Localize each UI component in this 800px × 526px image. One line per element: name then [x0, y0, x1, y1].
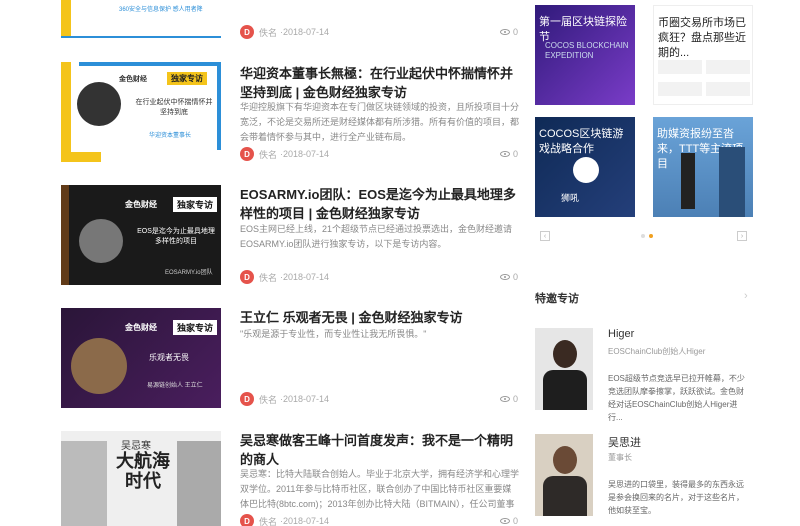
prev-arrow-icon[interactable]: ‹ [540, 231, 550, 241]
article-author[interactable]: 佚名 [259, 393, 277, 406]
person-description: EOS超级节点竞选早已拉开帷幕，不少竞选团队摩拳擦掌，跃跃欲试。金色财经对话EO… [608, 374, 745, 422]
thumbnail-quote: 乐观者无畏 [149, 353, 189, 362]
source-logo-icon: D [240, 147, 254, 161]
article-thumbnail[interactable]: 金色财经 独家专访 在行业起伏中怀揣情怀并坚持到底 华迎资本董事长 [61, 62, 221, 162]
person-name[interactable]: Higer [608, 328, 634, 340]
article-author[interactable]: 佚名 [259, 515, 277, 526]
article-excerpt: "乐观是源于专业性，而专业性让我无所畏惧。" [240, 329, 427, 339]
article-author[interactable]: 佚名 [259, 26, 277, 39]
banner-2[interactable]: 币圈交易所市场已疯狂？盘点那些近期的... [653, 5, 753, 105]
article-excerpt: EOS主网已经上线，21个超级节点已经通过投票选出，金色财经邀请EOSARMY.… [240, 224, 513, 249]
article-feed: 360安全与信息保护 感人用者降 D 佚名 · 2018-07-14 0 金色财… [0, 0, 530, 526]
next-arrow-icon[interactable]: › [737, 231, 747, 241]
avatar [79, 219, 123, 263]
thumbnail-person: EOSARMY.io团队 [165, 270, 213, 276]
article-title[interactable]: EOSARMY.io团队：EOS是迄今为止最具地理多样性的项目 | 金色财经独家… [240, 185, 520, 223]
article-views: 0 [499, 516, 518, 526]
avatar [77, 82, 121, 126]
article-author[interactable]: 佚名 [259, 271, 277, 284]
thumbnail-quote: 在行业起伏中怀揣情怀并坚持到底 [135, 99, 213, 116]
article-meta: D 佚名 · 2018-07-14 0 [240, 392, 518, 406]
eye-icon [499, 518, 510, 524]
more-arrow-icon[interactable]: › [744, 290, 748, 302]
thumbnail-caption: 吴忌寒 [121, 441, 151, 452]
thumbnail-caption: 360安全与信息保护 感人用者降 [119, 7, 203, 13]
article-thumbnail[interactable]: 360安全与信息保护 感人用者降 [61, 0, 221, 38]
article-thumbnail[interactable]: 金色财经 独家专访 乐观者无畏 易源链创始人 王立仁 [61, 308, 221, 408]
banner-4[interactable]: 助媒资报纷至沓来，TTT等主流项目 [653, 117, 753, 217]
mascot-icon [573, 157, 599, 183]
article-meta: D 佚名 · 2018-07-14 0 [240, 25, 518, 39]
banner-slider-nav: ‹ › [535, 228, 753, 244]
slider-dot-active[interactable] [649, 234, 653, 238]
sidebar: 第一届区块链探险节 COCOS BLOCKCHAIN EXPEDITION 币圈… [530, 0, 800, 526]
article-date: 2018-07-14 [283, 394, 330, 404]
article-author[interactable]: 佚名 [259, 148, 277, 161]
article-date: 2018-07-14 [283, 149, 330, 159]
article-views: 0 [499, 272, 518, 282]
thumbnail-person: 易源链创始人 王立仁 [147, 383, 203, 389]
banner-1[interactable]: 第一届区块链探险节 COCOS BLOCKCHAIN EXPEDITION [535, 5, 635, 105]
article-title[interactable]: 吴忌寒做客王峰十问首度发声：我不是一个精明的商人 [240, 431, 520, 469]
eye-icon [499, 151, 510, 157]
eye-icon [499, 274, 510, 280]
section-title: 特邀专访 [535, 293, 579, 305]
thumbnail-quote: EOS是迄今为止最具地理多样性的项目 [137, 228, 215, 245]
article-thumbnail[interactable]: 金色财经 独家专访 EOS是迄今为止最具地理多样性的项目 EOSARMY.io团… [61, 185, 221, 285]
article-excerpt: 吴忌寒：比特大陆联合创始人。毕业于北京大学，拥有经济学和心理学双学位。2011年… [240, 469, 520, 509]
article-meta: D 佚名 · 2018-07-14 0 [240, 270, 518, 284]
article-excerpt: 华迎控股旗下有华迎资本在专门做区块链领域的投资，且所投项目十分宽泛，不论是交易所… [240, 102, 520, 142]
source-logo-icon: D [240, 270, 254, 284]
thumbnail-tag: 独家专访 [173, 320, 218, 335]
article-date: 2018-07-14 [283, 516, 330, 526]
article-meta: D 佚名 · 2018-07-14 0 [240, 514, 518, 526]
banner-3[interactable]: COCOS区块链游戏战略合作 狮吼 [535, 117, 635, 217]
source-logo-icon: D [240, 514, 254, 526]
article-date: 2018-07-14 [283, 272, 330, 282]
slider-dot[interactable] [641, 234, 645, 238]
article-title[interactable]: 华迎资本董事长無極：在行业起伏中怀揣情怀并坚持到底 | 金色财经独家专访 [240, 64, 520, 102]
thumbnail-title: 大航海时代 [116, 451, 170, 491]
source-logo-icon: D [240, 392, 254, 406]
eye-icon [499, 29, 510, 35]
thumbnail-tag: 独家专访 [173, 197, 218, 212]
article-thumbnail[interactable]: 吴忌寒 大航海时代 [61, 431, 221, 526]
person-role: 董事长 [608, 453, 632, 462]
thumbnail-person: 华迎资本董事长 [149, 133, 192, 139]
article-views: 0 [499, 394, 518, 404]
article-views: 0 [499, 149, 518, 159]
source-logo-icon: D [240, 25, 254, 39]
article-meta: D 佚名 · 2018-07-14 0 [240, 147, 518, 161]
person-description: 吴思进的口袋里，装得最多的东西永远是参会换回来的名片，对于这些名片，他如获至宝。 [608, 480, 744, 515]
banner-caption: 币圈交易所市场已疯狂？盘点那些近期的... [658, 17, 746, 59]
thumbnail-tag: 独家专访 [167, 72, 207, 85]
avatar [71, 338, 127, 394]
person-role: EOSChainClub创始人Higer [608, 347, 706, 356]
thumbnail-brand: 金色财经 [125, 200, 157, 209]
article-title[interactable]: 王立仁 乐观者无畏 | 金色财经独家专访 [240, 308, 520, 327]
eye-icon [499, 396, 510, 402]
person-photo[interactable] [535, 434, 593, 516]
person-photo[interactable] [535, 328, 593, 410]
banner-caption: COCOS区块链游戏战略合作 [539, 128, 624, 155]
person-name[interactable]: 吴思进 [608, 434, 641, 450]
article-date: 2018-07-14 [283, 27, 330, 37]
thumbnail-brand: 金色财经 [119, 76, 147, 83]
article-views: 0 [499, 27, 518, 37]
banner-footer: 狮吼 [561, 193, 580, 203]
banner-subtitle: COCOS BLOCKCHAIN EXPEDITION [545, 41, 629, 60]
thumbnail-brand: 金色财经 [125, 323, 157, 332]
